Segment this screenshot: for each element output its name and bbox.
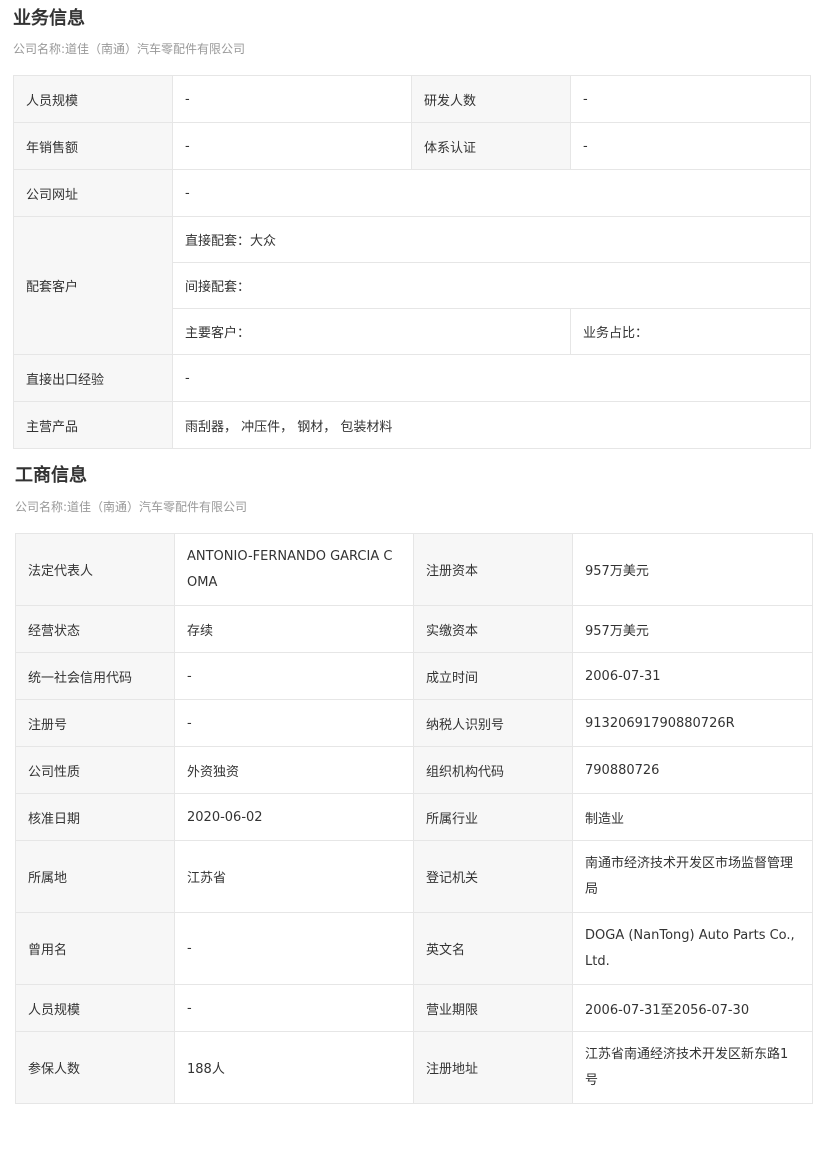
reg-authority-value: 南通市经济技术开发区市场监督管理局 [572, 840, 813, 913]
founded-label: 成立时间 [413, 652, 573, 700]
staff-size-value: - [172, 75, 412, 123]
status-value: 存续 [174, 605, 414, 653]
staff-size-value: - [174, 984, 414, 1032]
direct-supply-value: 直接配套：大众 [172, 216, 811, 263]
table-row: 人员规模 - 研发人数 - [13, 75, 811, 123]
indirect-supply-value: 间接配套： [172, 262, 811, 309]
customers-label: 配套客户 [13, 216, 173, 355]
products-label: 主营产品 [13, 401, 173, 449]
staff-size-label: 人员规模 [13, 75, 173, 123]
table-row: 经营状态 存续 实缴资本 957万美元 [15, 605, 813, 653]
company-type-label: 公司性质 [15, 746, 175, 794]
table-row: 统一社会信用代码 - 成立时间 2006-07-31 [15, 652, 813, 700]
term-value: 2006-07-31至2056-07-30 [572, 984, 813, 1032]
certification-label: 体系认证 [411, 122, 571, 170]
table-row: 核准日期 2020-06-02 所属行业 制造业 [15, 793, 813, 841]
industry-value: 制造业 [572, 793, 813, 841]
registration-title: 工商信息 [15, 465, 87, 486]
taxpayer-id-label: 纳税人识别号 [413, 699, 573, 747]
table-row: 法定代表人 ANTONIO-FERNANDO GARCIA COMA 注册资本 … [15, 533, 813, 606]
business-share-value: 业务占比： [570, 308, 811, 355]
table-row: 配套客户 直接配套：大众 [13, 216, 811, 355]
approval-date-label: 核准日期 [15, 793, 175, 841]
reg-capital-label: 注册资本 [413, 533, 573, 606]
insured-label: 参保人数 [15, 1031, 175, 1104]
paid-capital-value: 957万美元 [572, 605, 813, 653]
address-label: 注册地址 [413, 1031, 573, 1104]
credit-code-label: 统一社会信用代码 [15, 652, 175, 700]
table-row: 年销售额 - 体系认证 - [13, 122, 811, 170]
website-label: 公司网址 [13, 169, 173, 217]
rd-count-label: 研发人数 [411, 75, 571, 123]
legal-rep-label: 法定代表人 [15, 533, 175, 606]
former-name-label: 曾用名 [15, 912, 175, 985]
table-row: 曾用名 - 英文名 DOGA (NanTong) Auto Parts Co.,… [15, 912, 813, 985]
annual-sales-label: 年销售额 [13, 122, 173, 170]
table-row: 所属地 江苏省 登记机关 南通市经济技术开发区市场监督管理局 [15, 840, 813, 913]
taxpayer-id-value: 91320691790880726R [572, 699, 813, 747]
table-row: 参保人数 188人 注册地址 江苏省南通经济技术开发区新东路1号 [15, 1031, 813, 1104]
business-table: 人员规模 - 研发人数 - 年销售额 - 体系认证 - 公司网址 - 配套客户 … [13, 75, 811, 449]
registration-table: 法定代表人 ANTONIO-FERNANDO GARCIA COMA 注册资本 … [15, 533, 813, 1104]
business-title: 业务信息 [13, 8, 85, 29]
founded-value: 2006-07-31 [572, 652, 813, 700]
address-value: 江苏省南通经济技术开发区新东路1号 [572, 1031, 813, 1104]
company-type-value: 外资独资 [174, 746, 414, 794]
website-value: - [172, 169, 811, 217]
certification-value: - [570, 122, 811, 170]
export-value: - [172, 354, 811, 402]
products-value: 雨刮器， 冲压件， 钢材， 包装材料 [172, 401, 811, 449]
reg-no-label: 注册号 [15, 699, 175, 747]
legal-rep-value: ANTONIO-FERNANDO GARCIA COMA [174, 533, 414, 606]
org-code-label: 组织机构代码 [413, 746, 573, 794]
table-row: 注册号 - 纳税人识别号 91320691790880726R [15, 699, 813, 747]
business-header: 业务信息 公司名称:道佳（南通）汽车零配件有限公司 [13, 7, 245, 58]
reg-authority-label: 登记机关 [413, 840, 573, 913]
rd-count-value: - [570, 75, 811, 123]
credit-code-value: - [174, 652, 414, 700]
industry-label: 所属行业 [413, 793, 573, 841]
location-value: 江苏省 [174, 840, 414, 913]
business-subtitle: 公司名称:道佳（南通）汽车零配件有限公司 [13, 42, 246, 56]
registration-subtitle: 公司名称:道佳（南通）汽车零配件有限公司 [15, 500, 248, 514]
paid-capital-label: 实缴资本 [413, 605, 573, 653]
insured-value: 188人 [174, 1031, 414, 1104]
english-name-label: 英文名 [413, 912, 573, 985]
status-label: 经营状态 [15, 605, 175, 653]
annual-sales-value: - [172, 122, 412, 170]
approval-date-value: 2020-06-02 [174, 793, 414, 841]
main-customer-value: 主要客户： [172, 308, 571, 355]
table-row: 公司性质 外资独资 组织机构代码 790880726 [15, 746, 813, 794]
table-row: 主营产品 雨刮器， 冲压件， 钢材， 包装材料 [13, 401, 811, 449]
org-code-value: 790880726 [572, 746, 813, 794]
former-name-value: - [174, 912, 414, 985]
location-label: 所属地 [15, 840, 175, 913]
registration-header: 工商信息 公司名称:道佳（南通）汽车零配件有限公司 [15, 464, 247, 516]
table-row: 公司网址 - [13, 169, 811, 217]
export-label: 直接出口经验 [13, 354, 173, 402]
table-row: 直接出口经验 - [13, 354, 811, 402]
staff-size-label: 人员规模 [15, 984, 175, 1032]
table-row: 人员规模 - 营业期限 2006-07-31至2056-07-30 [15, 984, 813, 1032]
reg-capital-value: 957万美元 [572, 533, 813, 606]
term-label: 营业期限 [413, 984, 573, 1032]
english-name-value: DOGA (NanTong) Auto Parts Co., Ltd. [572, 912, 813, 985]
reg-no-value: - [174, 699, 414, 747]
